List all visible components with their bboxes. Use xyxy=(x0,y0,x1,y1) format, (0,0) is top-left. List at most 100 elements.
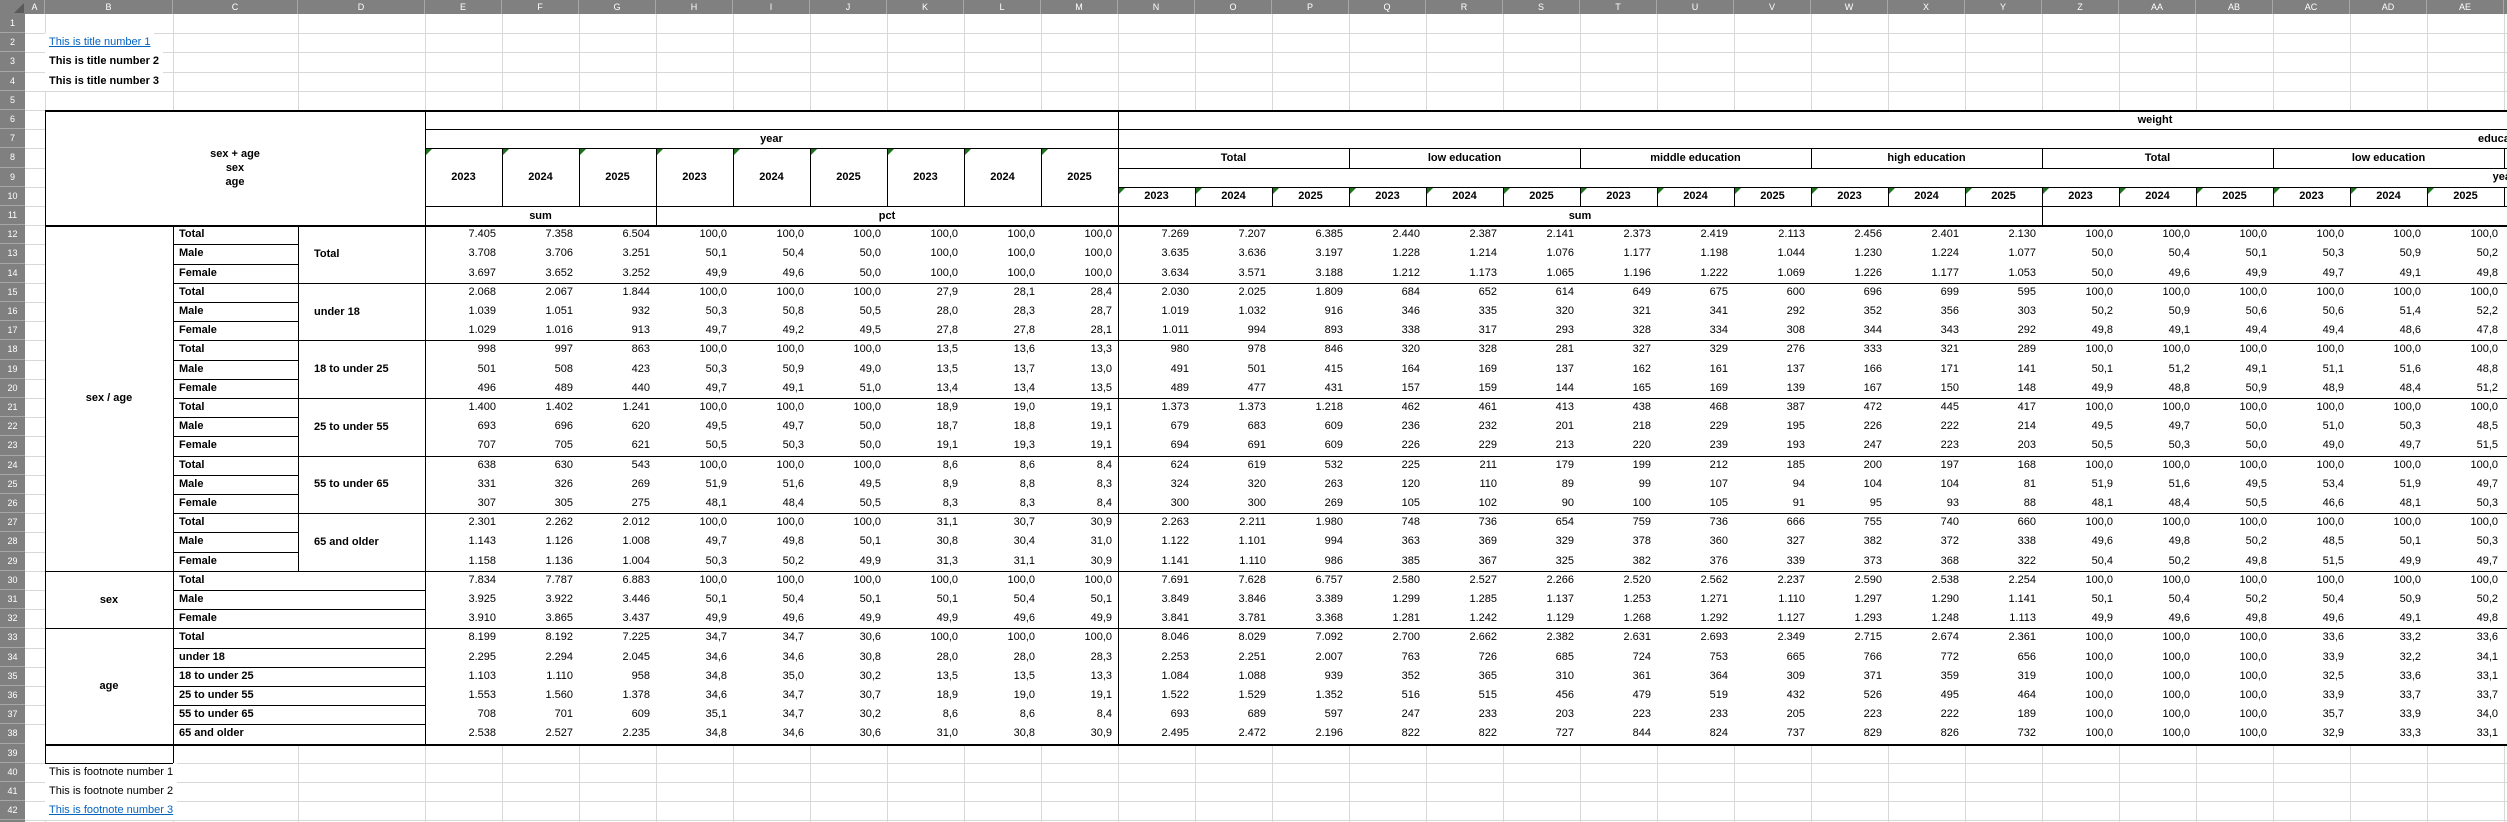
cell[interactable]: 247 xyxy=(1349,705,1426,724)
cell[interactable]: 100,0 xyxy=(2196,628,2273,647)
cell[interactable]: 164 xyxy=(1349,360,1426,379)
cell[interactable]: 34,0 xyxy=(2427,705,2504,724)
cell[interactable]: 233 xyxy=(1426,705,1503,724)
cell[interactable]: 49,5 xyxy=(810,321,887,340)
cell[interactable]: 766 xyxy=(1811,648,1888,667)
cell[interactable]: 93 xyxy=(1888,494,1965,513)
cell[interactable]: 33,2 xyxy=(2350,628,2427,647)
column-header-cell[interactable]: P xyxy=(1272,0,1349,14)
cell[interactable]: 624 xyxy=(1118,456,1195,475)
cell[interactable]: 1.103 xyxy=(425,667,502,686)
cell[interactable]: 341 xyxy=(1657,302,1734,321)
cell[interactable]: 501 xyxy=(1195,360,1272,379)
cell[interactable]: 100,0 xyxy=(2427,398,2504,417)
cell[interactable]: 346 xyxy=(1349,302,1426,321)
cell[interactable]: 100,0 xyxy=(2042,340,2119,359)
cell[interactable]: 100,0 xyxy=(887,571,964,590)
cell[interactable]: 365 xyxy=(1426,667,1503,686)
cell[interactable]: 34,7 xyxy=(656,628,733,647)
cell[interactable]: 726 xyxy=(1426,648,1503,667)
cell[interactable]: 753 xyxy=(1657,648,1734,667)
cell[interactable]: 34,8 xyxy=(656,724,733,743)
cell[interactable]: 1.222 xyxy=(1657,264,1734,283)
cell[interactable]: 1.044 xyxy=(1734,244,1811,263)
cell[interactable]: 33,6 xyxy=(2273,628,2350,647)
cell[interactable]: 49,6 xyxy=(2119,264,2196,283)
cell[interactable]: 50,2 xyxy=(2042,302,2119,321)
cell[interactable]: 50,0 xyxy=(810,417,887,436)
cell[interactable]: 49,7 xyxy=(2350,436,2427,455)
cell[interactable]: 13,6 xyxy=(964,340,1041,359)
year-header-cell[interactable]: 2025 xyxy=(1041,148,1118,206)
cell[interactable]: 1.019 xyxy=(1118,302,1195,321)
cell[interactable]: 247 xyxy=(1811,436,1888,455)
education-group-cell[interactable]: high education xyxy=(1811,148,2042,167)
cell[interactable]: 169 xyxy=(1426,360,1503,379)
cell[interactable]: 102 xyxy=(1426,494,1503,513)
cell[interactable]: 100,0 xyxy=(887,225,964,244)
cell[interactable]: 321 xyxy=(1888,340,1965,359)
cell[interactable]: 1.809 xyxy=(1272,283,1349,302)
cell[interactable]: 344 xyxy=(1811,321,1888,340)
cell[interactable]: 49,6 xyxy=(2273,609,2350,628)
cell[interactable]: 205 xyxy=(1734,705,1811,724)
cell[interactable]: 225 xyxy=(1349,456,1426,475)
cell[interactable]: 1.158 xyxy=(425,552,502,571)
row-header-cell[interactable]: 23 xyxy=(0,436,25,455)
cell[interactable]: 100,0 xyxy=(2273,398,2350,417)
row-header-cell[interactable]: 11 xyxy=(0,206,25,225)
education-group-cell[interactable]: low education xyxy=(2273,148,2504,167)
cell[interactable]: 329 xyxy=(1657,340,1734,359)
cell[interactable]: 100,0 xyxy=(733,283,810,302)
cell[interactable]: 50,0 xyxy=(2196,436,2273,455)
cell[interactable]: 28,0 xyxy=(887,302,964,321)
cell[interactable]: 8,4 xyxy=(1041,456,1118,475)
cell[interactable]: 48,1 xyxy=(656,494,733,513)
cell[interactable]: 863 xyxy=(579,340,656,359)
cell[interactable]: 309 xyxy=(1734,667,1811,686)
cell[interactable]: 48,1 xyxy=(2350,494,2427,513)
cell[interactable]: 1.029 xyxy=(425,321,502,340)
stub-b-group-cell[interactable]: sex xyxy=(45,571,173,629)
sum-label-cell[interactable]: sum xyxy=(1118,206,2042,225)
cell[interactable]: 100,0 xyxy=(2119,705,2196,724)
cell[interactable]: 2.373 xyxy=(1580,225,1657,244)
row-header-cell[interactable]: 6 xyxy=(0,110,25,129)
row-header-cell[interactable]: 1 xyxy=(0,14,25,33)
cell[interactable]: 100,0 xyxy=(2427,571,2504,590)
stub-d-cell[interactable]: 18 to under 25 xyxy=(298,340,425,398)
cell[interactable]: 666 xyxy=(1734,513,1811,532)
cell[interactable]: 320 xyxy=(1349,340,1426,359)
stub-c-cell[interactable]: Total xyxy=(173,225,298,244)
cell[interactable]: 376 xyxy=(1657,552,1734,571)
cell[interactable]: 382 xyxy=(1580,552,1657,571)
stub-c-cell[interactable]: Total xyxy=(173,571,425,590)
row-header-cell[interactable]: 13 xyxy=(0,244,25,263)
cell[interactable]: 51,6 xyxy=(2350,360,2427,379)
cell[interactable]: 30,6 xyxy=(810,628,887,647)
cell[interactable]: 31,0 xyxy=(1041,532,1118,551)
cell[interactable]: 1.290 xyxy=(1888,590,1965,609)
cell[interactable]: 325 xyxy=(1503,552,1580,571)
cell[interactable]: 382 xyxy=(1811,532,1888,551)
cell[interactable]: 8,3 xyxy=(1041,475,1118,494)
cell[interactable]: 100,0 xyxy=(733,571,810,590)
column-header-cell[interactable]: X xyxy=(1888,0,1965,14)
cell[interactable]: 1.084 xyxy=(1118,667,1195,686)
cell[interactable]: 352 xyxy=(1349,667,1426,686)
cell[interactable]: 8,6 xyxy=(887,705,964,724)
cell[interactable]: 50,4 xyxy=(733,244,810,263)
cell[interactable]: 48,4 xyxy=(2350,379,2427,398)
cell[interactable]: 100,0 xyxy=(2042,724,2119,743)
cell[interactable]: 51,6 xyxy=(733,475,810,494)
cell[interactable]: 100,0 xyxy=(2350,225,2427,244)
cell[interactable]: 51,9 xyxy=(2350,475,2427,494)
cell[interactable]: 2.235 xyxy=(579,724,656,743)
cell[interactable]: 1.253 xyxy=(1580,590,1657,609)
cell[interactable]: 1.242 xyxy=(1426,609,1503,628)
column-header-cell[interactable]: L xyxy=(964,0,1041,14)
cell[interactable]: 18,9 xyxy=(887,398,964,417)
cell[interactable]: 269 xyxy=(1272,494,1349,513)
cell[interactable]: 300 xyxy=(1118,494,1195,513)
cell[interactable]: 3.708 xyxy=(425,244,502,263)
